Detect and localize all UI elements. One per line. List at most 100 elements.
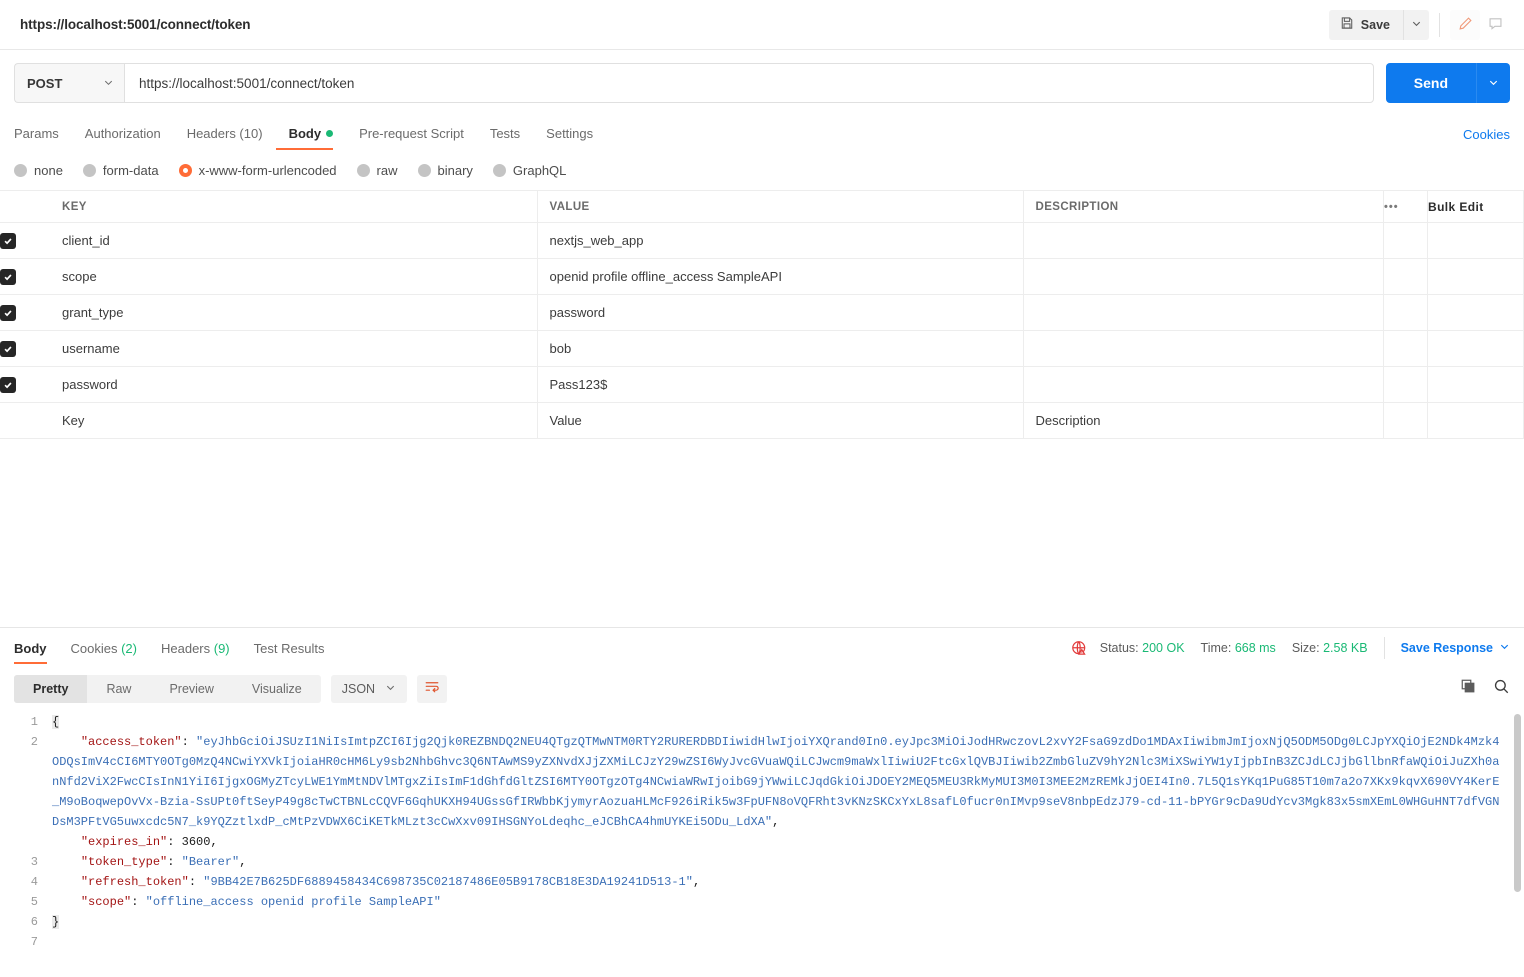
wrap-lines-button[interactable] — [417, 675, 447, 703]
row-key[interactable]: password — [50, 367, 537, 403]
table-row: client_id nextjs_web_app — [0, 223, 1524, 259]
row-value[interactable]: nextjs_web_app — [537, 223, 1023, 259]
new-row-checkbox-cell — [0, 403, 50, 439]
save-response-button[interactable]: Save Response — [1384, 637, 1510, 659]
cookies-link[interactable]: Cookies — [1463, 127, 1510, 142]
brace-token: { — [52, 715, 59, 729]
response-body-viewer[interactable]: 1 2 3 4 5 6 7 { "access_token": "eyJhbGc… — [0, 710, 1524, 960]
row-value[interactable]: Pass123$ — [537, 367, 1023, 403]
body-type-form-data[interactable]: form-data — [83, 163, 159, 178]
edit-request-button[interactable] — [1450, 10, 1480, 40]
json-colon: : — [167, 855, 181, 869]
tab-params[interactable]: Params — [14, 116, 72, 152]
row-checkbox[interactable] — [0, 341, 16, 357]
body-type-graphql[interactable]: GraphQL — [493, 163, 566, 178]
table-row: scope openid profile offline_access Samp… — [0, 259, 1524, 295]
view-mode-pretty[interactable]: Pretty — [14, 675, 87, 703]
line-number: 4 — [0, 872, 38, 892]
row-key[interactable]: grant_type — [50, 295, 537, 331]
row-spacer — [1428, 403, 1524, 439]
comment-icon — [1488, 16, 1503, 34]
row-description[interactable] — [1023, 367, 1384, 403]
response-format-select[interactable]: JSON — [331, 675, 407, 703]
comments-button[interactable] — [1480, 10, 1510, 40]
status-readout: Status: 200 OK — [1100, 641, 1185, 655]
row-value[interactable]: password — [537, 295, 1023, 331]
row-checkbox-cell — [0, 223, 50, 259]
save-button[interactable]: Save — [1329, 10, 1403, 40]
response-tab-count: (2) — [121, 641, 137, 656]
tab-label: Authorization — [85, 126, 161, 141]
save-response-label: Save Response — [1401, 637, 1493, 659]
http-method-select[interactable]: POST — [14, 63, 124, 103]
copy-icon[interactable] — [1460, 678, 1477, 700]
new-row-description-input[interactable]: Description — [1023, 403, 1384, 439]
body-type-binary[interactable]: binary — [418, 163, 473, 178]
row-checkbox[interactable] — [0, 269, 16, 285]
tab-settings[interactable]: Settings — [533, 116, 606, 152]
tab-pre-request-script[interactable]: Pre-request Script — [346, 116, 477, 152]
tab-headers[interactable]: Headers (10) — [174, 116, 276, 152]
row-checkbox[interactable] — [0, 233, 16, 249]
response-tab-label: Body — [14, 641, 47, 656]
tab-authorization[interactable]: Authorization — [72, 116, 174, 152]
body-type-none[interactable]: none — [14, 163, 63, 178]
body-type-label: raw — [377, 163, 398, 178]
view-mode-raw[interactable]: Raw — [87, 675, 150, 703]
send-button[interactable]: Send — [1386, 63, 1476, 103]
response-tab-headers[interactable]: Headers (9) — [149, 628, 242, 668]
row-description[interactable] — [1023, 331, 1384, 367]
http-method-label: POST — [27, 76, 62, 91]
bulk-edit-button[interactable]: Bulk Edit — [1428, 191, 1524, 223]
row-description[interactable] — [1023, 223, 1384, 259]
row-checkbox-cell — [0, 367, 50, 403]
json-key: "scope" — [81, 895, 131, 909]
response-tab-label: Headers — [161, 641, 210, 656]
time-value: 668 ms — [1235, 641, 1276, 655]
row-value[interactable]: bob — [537, 331, 1023, 367]
tab-body[interactable]: Body — [276, 116, 347, 152]
status-value: 200 OK — [1142, 641, 1184, 655]
row-key[interactable]: scope — [50, 259, 537, 295]
view-mode-visualize[interactable]: Visualize — [233, 675, 321, 703]
body-type-raw[interactable]: raw — [357, 163, 398, 178]
line-number: 3 — [0, 852, 38, 872]
json-key: "access_token" — [81, 735, 182, 749]
time-label: Time: — [1201, 641, 1232, 655]
row-spacer — [1428, 295, 1524, 331]
row-key[interactable]: client_id — [50, 223, 537, 259]
tab-tests[interactable]: Tests — [477, 116, 533, 152]
line-number: 1 — [0, 712, 38, 732]
globe-warning-icon[interactable] — [1071, 640, 1088, 657]
row-description[interactable] — [1023, 295, 1384, 331]
size-label: Size: — [1292, 641, 1320, 655]
row-checkbox-cell — [0, 331, 50, 367]
row-checkbox[interactable] — [0, 377, 16, 393]
top-bar-actions: Save — [1329, 10, 1510, 40]
top-bar: https://localhost:5001/connect/token Sav… — [0, 0, 1524, 50]
row-value[interactable]: openid profile offline_access SampleAPI — [537, 259, 1023, 295]
body-type-radio-group: none form-data x-www-form-urlencoded raw… — [0, 152, 1524, 190]
request-tabs: Params Authorization Headers (10) Body P… — [0, 116, 1524, 152]
search-icon[interactable] — [1493, 678, 1510, 700]
new-row-key-input[interactable]: Key — [50, 403, 537, 439]
response-tab-test-results[interactable]: Test Results — [242, 628, 337, 668]
response-tab-cookies[interactable]: Cookies (2) — [59, 628, 149, 668]
table-options-button[interactable]: ••• — [1384, 191, 1428, 223]
body-type-x-www-form-urlencoded[interactable]: x-www-form-urlencoded — [179, 163, 337, 178]
table-header-row: KEY VALUE DESCRIPTION ••• Bulk Edit — [0, 191, 1524, 223]
request-url-input[interactable] — [124, 63, 1374, 103]
json-line-token-type: "token_type": "Bearer", — [52, 852, 1500, 872]
row-checkbox[interactable] — [0, 305, 16, 321]
new-row-value-input[interactable]: Value — [537, 403, 1023, 439]
header-checkbox-cell — [0, 191, 50, 223]
response-body-scrollbar[interactable] — [1514, 714, 1521, 892]
save-options-button[interactable] — [1403, 10, 1429, 40]
row-description[interactable] — [1023, 259, 1384, 295]
json-key: "refresh_token" — [81, 875, 189, 889]
send-options-button[interactable] — [1476, 63, 1510, 103]
view-mode-preview[interactable]: Preview — [150, 675, 232, 703]
response-tab-body[interactable]: Body — [14, 628, 59, 668]
json-line-expires-in: "expires_in": 3600, — [52, 832, 1500, 852]
row-key[interactable]: username — [50, 331, 537, 367]
